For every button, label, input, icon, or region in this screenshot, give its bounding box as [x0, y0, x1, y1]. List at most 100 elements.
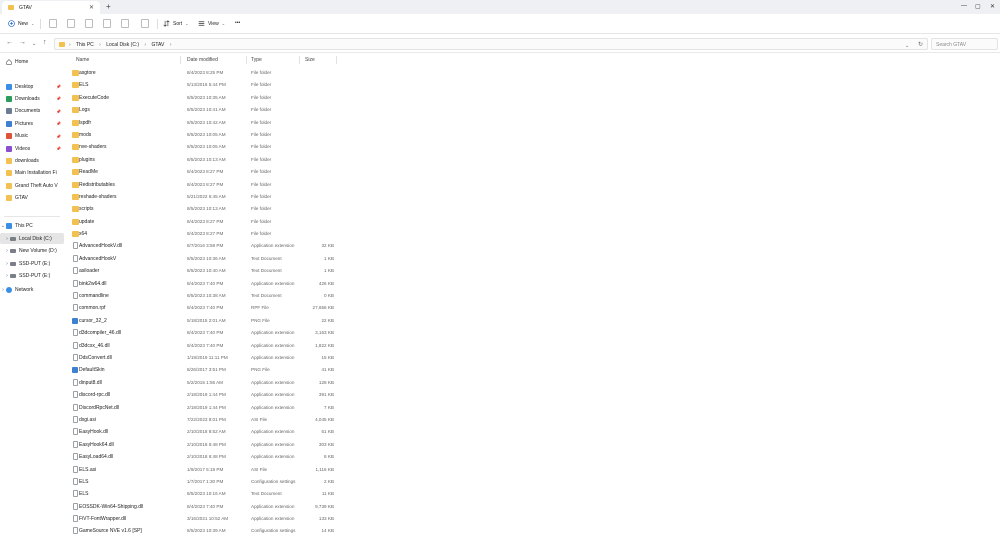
file-type: Application extension	[251, 342, 295, 348]
file-row[interactable]: cursor_32_2 5/18/2015 2:01 AM PNG File 22 K…	[66, 315, 346, 327]
more-options-button[interactable]: •••	[235, 20, 240, 26]
minimize-button[interactable]: —	[961, 3, 967, 9]
column-divider[interactable]	[246, 56, 247, 64]
sidebar-item-quick-access[interactable]: Main Installation Fi	[0, 168, 64, 179]
file-icon	[73, 440, 78, 448]
sidebar-item-drive[interactable]: › Local Disk (C:)	[0, 233, 64, 244]
file-row[interactable]: EasyHook.dll 2/10/2018 8:52 AM Application…	[66, 426, 346, 438]
address-dropdown-icon[interactable]: ⌄	[905, 43, 909, 49]
file-name: EasyHook.dll	[79, 429, 109, 436]
network-icon	[6, 286, 12, 293]
file-row[interactable]: AdvancedHookV 8/5/2023 10:36 AM Text Docum…	[66, 253, 346, 265]
delete-icon[interactable]	[141, 19, 149, 28]
new-tab-button[interactable]: +	[106, 2, 111, 11]
view-label: View	[208, 20, 219, 27]
maximize-button[interactable]: ▢	[975, 3, 981, 10]
column-header-name[interactable]: Name	[76, 57, 89, 63]
file-row[interactable]: FiVT-FontWrapper.dll 3/16/2021 10:52 AM Ap…	[66, 513, 346, 525]
cut-icon[interactable]	[49, 19, 57, 28]
tab-close-icon[interactable]: ✕	[89, 4, 94, 11]
file-size: 0 KB	[324, 293, 334, 299]
file-row[interactable]: ELS.asi 1/9/2017 5:18 PM ASI File 1,116 KB	[66, 464, 346, 476]
sidebar-item-label: Downloads	[15, 95, 40, 102]
file-row[interactable]: Logs 8/5/2023 10:41 AM File folder	[66, 104, 346, 116]
file-row[interactable]: GameSource NVE v1.6 [SP] 8/5/2023 10:39 A…	[66, 525, 346, 537]
sidebar-item-quick-access[interactable]: Videos 📌	[0, 143, 64, 154]
search-input[interactable]: Search GTAV	[936, 42, 966, 48]
copy-icon[interactable]	[67, 19, 75, 28]
file-row[interactable]: AdvancedHookV.dll 8/7/2016 3:58 PM Applica…	[66, 240, 346, 252]
file-row[interactable]: d3dcompiler_46.dll 8/4/2023 7:40 PM Applic…	[66, 327, 346, 339]
rename-icon[interactable]	[103, 19, 111, 28]
file-row[interactable]: DefaultSkin 8/26/2017 3:51 PM PNG File 41 K…	[66, 364, 346, 376]
column-header-size[interactable]: Size	[305, 57, 315, 63]
search-box[interactable]: Search GTAV	[931, 38, 998, 50]
breadcrumb-local-disk[interactable]: Local Disk (C:)	[106, 42, 139, 48]
file-row[interactable]: EOSSDK-Win64-Shipping.dll 8/4/2023 7:40 P…	[66, 501, 346, 513]
file-row[interactable]: ELS 8/5/2023 10:16 AM Text Document 11 KB	[66, 488, 346, 500]
file-row[interactable]: mods 8/5/2023 10:05 AM File folder	[66, 129, 346, 141]
sidebar-item-this-pc[interactable]: ⌄ This PC	[0, 220, 64, 231]
column-header-date[interactable]: Date modified	[187, 57, 218, 63]
file-row[interactable]: ReadMe 8/4/2023 8:27 PM File folder	[66, 166, 346, 178]
file-row[interactable]: x64 8/4/2023 8:27 PM File folder	[66, 228, 346, 240]
refresh-icon[interactable]: ↻	[918, 41, 923, 48]
file-row[interactable]: ExecuteCode 8/5/2023 10:35 AM File folder	[66, 92, 346, 104]
column-divider[interactable]	[336, 56, 337, 64]
recent-chevron-icon[interactable]: ⌄	[32, 41, 36, 47]
file-row[interactable]: d3dcsx_46.dll 8/4/2023 7:40 PM Application…	[66, 340, 346, 352]
view-button[interactable]: View ⌄	[198, 20, 225, 27]
column-header-type[interactable]: Type	[251, 57, 262, 63]
breadcrumb-gtav[interactable]: GTAV	[151, 42, 164, 48]
file-row[interactable]: nve-shaders 8/5/2023 10:05 AM File folder	[66, 141, 346, 153]
file-row[interactable]: lspdfr 8/5/2023 10:42 AM File folder	[66, 117, 346, 129]
file-row[interactable]: DdsConvert.dll 1/19/2019 11:11 PM Applicat…	[66, 352, 346, 364]
file-row[interactable]: asgtore 8/4/2023 8:25 PM File folder	[66, 67, 346, 79]
sidebar-item-drive[interactable]: › New Volume (D:)	[0, 246, 64, 257]
file-row[interactable]: update 8/4/2023 8:27 PM File folder	[66, 216, 346, 228]
column-divider[interactable]	[299, 56, 300, 64]
file-row[interactable]: scripts 8/5/2023 10:13 AM File folder	[66, 203, 346, 215]
file-row[interactable]: dxgi.asi 7/22/2023 8:01 PM ASI File 4,045 K…	[66, 414, 346, 426]
new-button[interactable]: New ⌄	[8, 20, 34, 27]
file-row[interactable]: dinput8.dll 5/2/2015 1:55 AM Application e…	[66, 377, 346, 389]
file-row[interactable]: plugins 8/5/2023 10:13 AM File folder	[66, 154, 346, 166]
sidebar-item-quick-access[interactable]: Downloads 📌	[0, 93, 64, 104]
sidebar-item-quick-access[interactable]: Desktop 📌	[0, 81, 64, 92]
sidebar-item-home[interactable]: Home	[0, 56, 64, 67]
breadcrumb-this-pc[interactable]: This PC	[76, 42, 94, 48]
file-row[interactable]: discord-rpc.dll 2/18/2019 1:44 PM Applicat…	[66, 389, 346, 401]
file-row[interactable]: ELS 5/13/2016 5:44 PM File folder	[66, 79, 346, 91]
forward-arrow-icon[interactable]: →	[19, 39, 26, 46]
sidebar-item-drive[interactable]: › SSD-PUT (E:)	[0, 271, 64, 282]
sidebar-item-quick-access[interactable]: Music 📌	[0, 131, 64, 142]
sidebar-item-quick-access[interactable]: Grand Theft Auto V	[0, 180, 64, 191]
tab-gtav[interactable]: GTAV ✕	[2, 1, 100, 14]
address-bar[interactable]: › This PC › Local Disk (C:) › GTAV › ⌄ ↻	[54, 38, 928, 50]
back-arrow-icon[interactable]: ←	[6, 39, 13, 46]
column-divider[interactable]	[180, 56, 181, 64]
sidebar-item-quick-access[interactable]: downloads	[0, 155, 64, 166]
sort-button[interactable]: Sort ⌄	[163, 20, 189, 27]
folder-icon	[8, 5, 14, 10]
paste-icon[interactable]	[85, 19, 93, 28]
file-row[interactable]: EasyHook64.dll 2/10/2018 6:48 PM Applicati…	[66, 439, 346, 451]
file-row[interactable]: commandline 8/5/2023 10:38 AM Text Documen…	[66, 290, 346, 302]
sidebar-item-drive[interactable]: › SSD-PUT (E:)	[0, 258, 64, 269]
sidebar-item-network[interactable]: › Network	[0, 284, 64, 295]
file-row[interactable]: bink2w64.dll 8/4/2023 7:40 PM Application …	[66, 278, 346, 290]
up-arrow-icon[interactable]: ↑	[43, 39, 47, 46]
file-row[interactable]: DiscordRpcNet.dll 2/18/2019 1:44 PM Applic…	[66, 402, 346, 414]
file-row[interactable]: common.rpf 8/4/2023 7:40 PM RPF File 27,656…	[66, 302, 346, 314]
file-row[interactable]: asiloader 8/5/2023 10:40 AM Text Document 1…	[66, 265, 346, 277]
breadcrumb: › This PC › Local Disk (C:) › GTAV ›	[69, 42, 175, 48]
file-row[interactable]: Redistributables 8/4/2023 8:27 PM File fol…	[66, 179, 346, 191]
sidebar-item-quick-access[interactable]: Pictures 📌	[0, 118, 64, 129]
close-window-button[interactable]: ✕	[990, 3, 995, 10]
file-row[interactable]: reshade-shaders 5/21/2022 6:45 AM File fol…	[66, 191, 346, 203]
file-row[interactable]: ELS 1/7/2017 1:30 PM Configuration setting…	[66, 476, 346, 488]
file-row[interactable]: EasyLoad64.dll 2/10/2018 6:48 PM Applicati…	[66, 451, 346, 463]
sidebar-item-quick-access[interactable]: Documents 📌	[0, 106, 64, 117]
share-icon[interactable]	[121, 19, 129, 28]
sidebar-item-quick-access[interactable]: GTAV	[0, 193, 64, 204]
